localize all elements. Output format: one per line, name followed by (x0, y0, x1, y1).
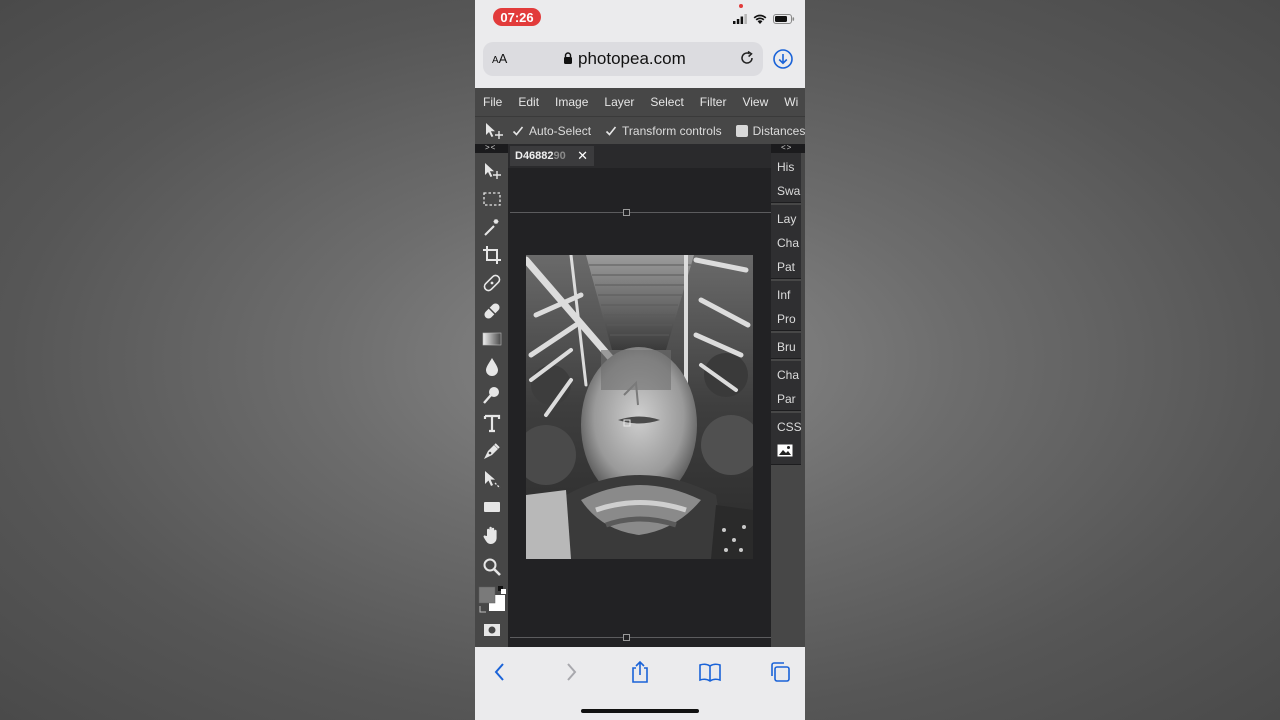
transform-bounds-bottom (510, 637, 771, 638)
menu-view[interactable]: View (734, 95, 776, 109)
address-bar[interactable]: AA photopea.com (483, 42, 763, 76)
panel-group-css: CSS (771, 413, 802, 465)
battery-icon (773, 11, 795, 29)
channels-panel-tab[interactable]: Cha (777, 236, 799, 250)
panel-group-layers: Lay Cha Pat (771, 205, 801, 279)
path-selection-tool-icon[interactable] (481, 468, 503, 490)
history-panel-tab[interactable]: His (777, 160, 794, 174)
distances-option[interactable]: Distances (735, 123, 805, 138)
css-panel-tab[interactable]: CSS (777, 420, 802, 434)
panel-group-character: Cha Par (771, 361, 801, 411)
character-panel-tab[interactable]: Cha (777, 368, 799, 382)
menu-image[interactable]: Image (547, 95, 596, 109)
transform-handle-top[interactable] (623, 209, 630, 216)
collapse-panels-button[interactable]: <> (781, 143, 792, 152)
panel-group-history: His Swa (771, 153, 801, 203)
type-tool-icon[interactable] (481, 412, 503, 434)
menu-edit[interactable]: Edit (510, 95, 547, 109)
menu-filter[interactable]: Filter (692, 95, 735, 109)
status-time[interactable]: 07:26 (493, 8, 541, 26)
paths-panel-tab[interactable]: Pat (777, 260, 795, 274)
document-tabs: D46882 90 ✕ (508, 144, 771, 168)
wifi-icon (753, 11, 767, 29)
tabs-icon[interactable] (768, 660, 792, 684)
blur-tool-icon[interactable] (481, 356, 503, 378)
lock-icon (563, 49, 573, 69)
crop-tool-icon[interactable] (481, 244, 503, 266)
menu-window[interactable]: Wi (776, 95, 805, 109)
document-image[interactable] (526, 255, 753, 559)
image-panel-icon[interactable] (777, 444, 793, 460)
menu-layer[interactable]: Layer (596, 95, 642, 109)
info-panel-tab[interactable]: Inf (777, 288, 790, 302)
side-panels: His Swa Lay Cha Pat Inf Pro Bru Cha Par … (771, 153, 805, 647)
browser-toolbar (475, 647, 805, 720)
url-text: photopea.com (578, 49, 686, 68)
auto-select-option[interactable]: Auto-Select (512, 124, 591, 138)
marquee-tool-icon[interactable] (481, 188, 503, 210)
move-tool-options-icon[interactable] (484, 122, 504, 140)
swatches-panel-tab[interactable]: Swa (777, 184, 800, 198)
reload-icon[interactable] (739, 50, 755, 71)
color-swatches[interactable] (477, 585, 507, 615)
browser-address-area: AA photopea.com (475, 36, 805, 88)
checkmark-icon (605, 125, 617, 137)
dodge-tool-icon[interactable] (481, 384, 503, 406)
eraser-tool-icon[interactable] (481, 300, 503, 322)
tools-panel (475, 153, 508, 647)
text-size-button[interactable]: AA (492, 51, 507, 66)
share-icon[interactable] (628, 660, 652, 684)
transform-controls-option[interactable]: Transform controls (605, 124, 722, 138)
panel-group-brush: Bru (771, 333, 801, 359)
transform-bounds-top (510, 212, 771, 213)
gradient-tool-icon[interactable] (481, 328, 503, 350)
transform-handle-bottom[interactable] (623, 634, 630, 641)
menu-select[interactable]: Select (642, 95, 691, 109)
back-icon[interactable] (488, 660, 512, 684)
tool-options-bar: Auto-Select Transform controls Distances (475, 116, 805, 144)
collapse-toolbar-button[interactable]: >< (485, 143, 496, 152)
brush-panel-tab[interactable]: Bru (777, 340, 796, 354)
canvas-area[interactable] (508, 168, 771, 647)
properties-panel-tab[interactable]: Pro (777, 312, 796, 326)
forward-icon[interactable] (559, 660, 583, 684)
document-tab-name-overflow: 90 (553, 150, 566, 162)
distances-label: Distances (752, 123, 805, 138)
document-tab[interactable]: D46882 90 ✕ (510, 146, 594, 166)
downloads-icon[interactable] (772, 48, 794, 75)
pen-tool-icon[interactable] (481, 440, 503, 462)
status-bar: 07:26 (475, 0, 805, 36)
rectangle-tool-icon[interactable] (481, 496, 503, 518)
hand-tool-icon[interactable] (481, 524, 503, 546)
auto-select-label: Auto-Select (529, 123, 592, 138)
phone-screen: 07:26 AA photopea.com File Edit Image La… (475, 0, 805, 720)
paragraph-panel-tab[interactable]: Par (777, 392, 796, 406)
status-icons (733, 11, 795, 29)
close-icon[interactable]: ✕ (577, 148, 588, 164)
document-tab-name: D46882 (515, 150, 554, 162)
move-tool-icon[interactable] (481, 160, 503, 182)
transform-controls-label: Transform controls (622, 123, 722, 138)
privacy-indicator-dot (739, 4, 743, 8)
magic-wand-icon[interactable] (481, 216, 503, 238)
cellular-signal-icon (733, 11, 747, 29)
panel-group-info: Inf Pro (771, 281, 801, 331)
url-display[interactable]: photopea.com (563, 49, 686, 69)
menu-bar: File Edit Image Layer Select Filter View… (475, 88, 805, 116)
zoom-tool-icon[interactable] (481, 556, 503, 578)
checkmark-icon (512, 125, 524, 137)
quick-mask-icon[interactable] (481, 619, 503, 641)
bookmarks-icon[interactable] (698, 660, 722, 684)
home-indicator[interactable] (581, 709, 699, 713)
healing-brush-icon[interactable] (481, 272, 503, 294)
distances-checkbox[interactable] (735, 124, 748, 137)
layers-panel-tab[interactable]: Lay (777, 212, 796, 226)
menu-file[interactable]: File (475, 95, 510, 109)
